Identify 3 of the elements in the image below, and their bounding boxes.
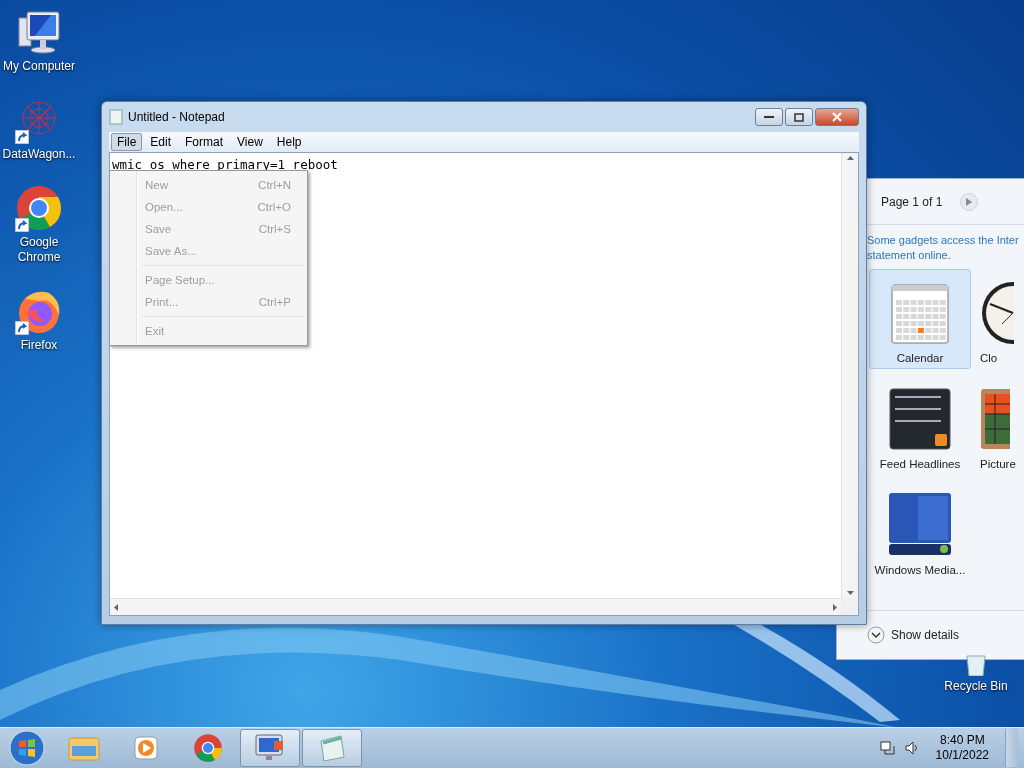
- window-title: Untitled - Notepad: [128, 110, 226, 124]
- page-indicator: Page 1 of 1: [880, 194, 944, 209]
- document-text: wmic os where primary=1 reboot: [112, 157, 338, 172]
